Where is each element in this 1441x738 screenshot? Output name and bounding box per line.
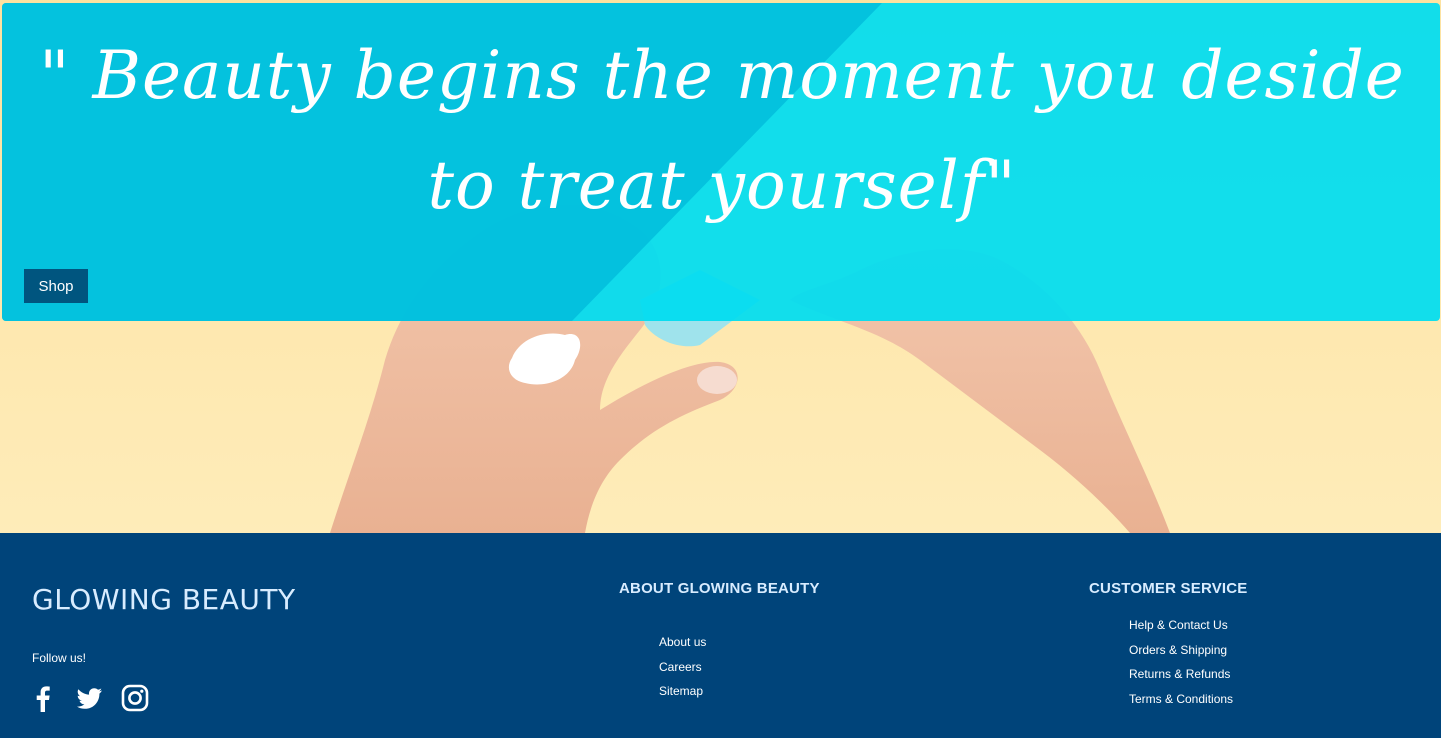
customer-service-heading: CUSTOMER SERVICE <box>1089 580 1248 597</box>
list-item: Sitemap <box>659 683 706 708</box>
help-contact-link[interactable]: Help & Contact Us <box>1129 618 1228 632</box>
shop-button[interactable]: Shop <box>24 269 88 303</box>
footer-brand: GLOWING BEAUTY <box>32 583 296 616</box>
careers-link[interactable]: Careers <box>659 660 702 674</box>
list-item: Orders & Shipping <box>1129 642 1233 667</box>
twitter-icon[interactable] <box>74 683 104 713</box>
about-us-link[interactable]: About us <box>659 635 706 649</box>
orders-shipping-link[interactable]: Orders & Shipping <box>1129 643 1227 657</box>
hero-overlay: " Beauty begins the moment you deside to… <box>2 3 1440 321</box>
list-item: Returns & Refunds <box>1129 666 1233 691</box>
hero-quote: " Beauty begins the moment you deside to… <box>39 37 1405 224</box>
instagram-icon[interactable] <box>120 683 150 713</box>
list-item: Help & Contact Us <box>1129 617 1233 642</box>
site-footer: GLOWING BEAUTY Follow us! ABOUT GLOWING … <box>0 533 1441 738</box>
sitemap-link[interactable]: Sitemap <box>659 684 703 698</box>
about-heading: ABOUT GLOWING BEAUTY <box>619 580 820 597</box>
social-links <box>28 683 150 713</box>
list-item: About us <box>659 634 706 659</box>
list-item: Careers <box>659 659 706 684</box>
customer-service-links: Help & Contact Us Orders & Shipping Retu… <box>1129 617 1233 716</box>
returns-refunds-link[interactable]: Returns & Refunds <box>1129 667 1230 681</box>
terms-conditions-link[interactable]: Terms & Conditions <box>1129 692 1233 706</box>
follow-label: Follow us! <box>32 651 87 665</box>
about-links: About us Careers Sitemap <box>659 634 706 708</box>
hero-banner: " Beauty begins the moment you deside to… <box>0 0 1441 533</box>
list-item: Terms & Conditions <box>1129 691 1233 716</box>
facebook-icon[interactable] <box>28 683 58 713</box>
